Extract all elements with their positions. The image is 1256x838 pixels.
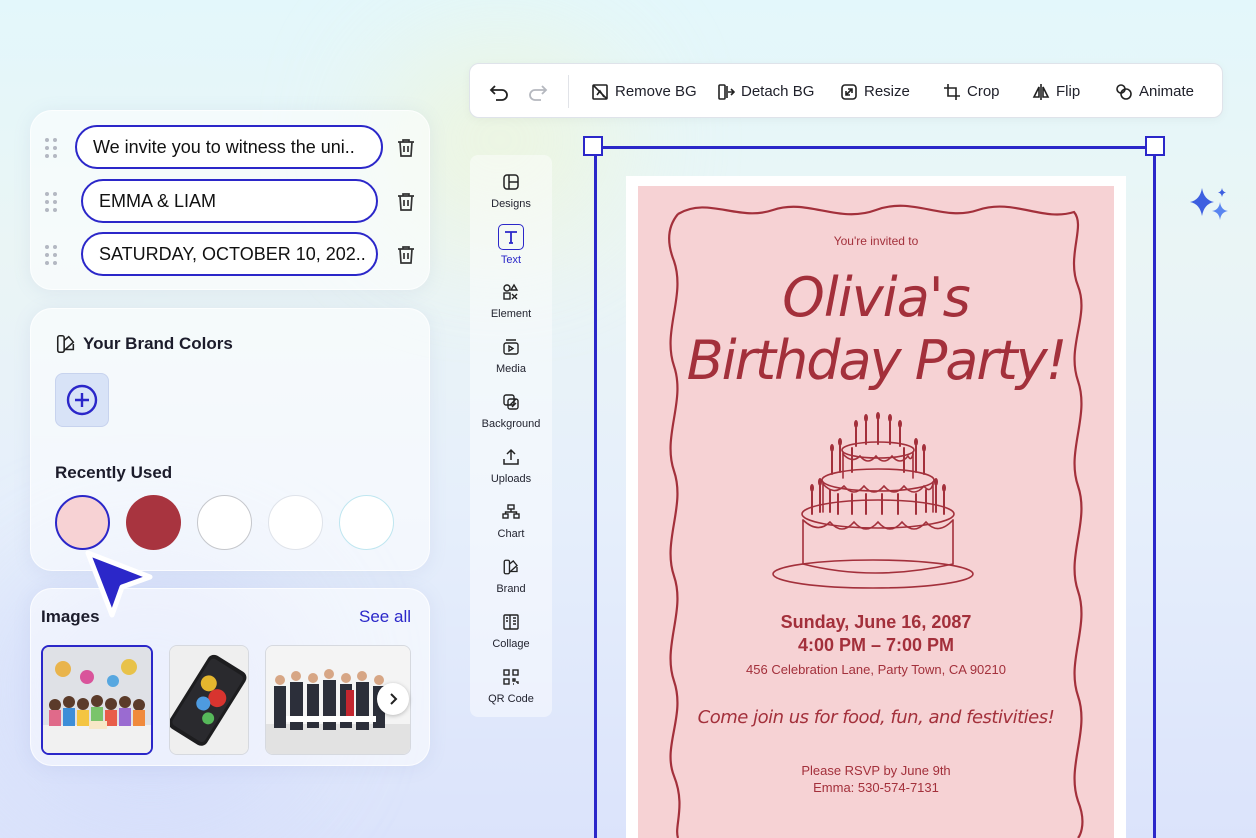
- detach-bg-button[interactable]: Detach BG: [717, 64, 814, 119]
- qr-code-icon: [503, 669, 519, 685]
- menu-label: Element: [490, 308, 532, 320]
- detach-bg-label: Detach BG: [741, 83, 815, 100]
- see-all-link[interactable]: See all: [359, 607, 411, 627]
- crop-label: Crop: [967, 83, 1000, 100]
- resize-icon: [841, 83, 857, 100]
- crop-button[interactable]: Crop: [943, 64, 1000, 119]
- menu-label: Designs: [491, 198, 531, 210]
- text-field-names[interactable]: EMMA & LIAM: [81, 179, 378, 223]
- media-icon: [503, 339, 519, 355]
- text-field-invite[interactable]: We invite you to witness the uni..: [75, 125, 383, 169]
- menu-item-chart[interactable]: Chart: [470, 500, 552, 552]
- animate-label: Animate: [1139, 83, 1195, 100]
- image-thumbnail-birthday-kids[interactable]: [41, 645, 153, 755]
- resize-handle-top-right[interactable]: [1145, 136, 1165, 156]
- color-swatch-white[interactable]: [339, 495, 394, 550]
- flip-button[interactable]: Flip: [1032, 64, 1080, 119]
- side-menu: Designs Text Element Media Background Up…: [470, 155, 552, 717]
- trash-icon[interactable]: [394, 243, 418, 267]
- menu-item-media[interactable]: Media: [470, 335, 552, 387]
- menu-item-designs[interactable]: Designs: [470, 170, 552, 222]
- resize-button[interactable]: Resize: [840, 64, 910, 119]
- color-swatch-white[interactable]: [268, 495, 323, 550]
- layout-icon: [503, 174, 519, 190]
- redo-button[interactable]: [527, 64, 549, 119]
- trash-icon[interactable]: [394, 136, 418, 160]
- redo-icon: [529, 84, 548, 101]
- background-icon: [503, 394, 519, 410]
- menu-item-text[interactable]: Text: [470, 224, 552, 277]
- menu-label: Media: [496, 363, 526, 375]
- image-thumbnail-phone[interactable]: [169, 645, 249, 755]
- menu-label: Collage: [492, 638, 530, 650]
- chart-icon: [502, 504, 520, 519]
- cursor-pointer-icon: [85, 550, 153, 618]
- menu-item-qr-code[interactable]: QR Code: [470, 665, 552, 717]
- menu-label: Brand: [496, 583, 526, 595]
- trash-icon[interactable]: [394, 190, 418, 214]
- resize-label: Resize: [864, 83, 910, 100]
- color-swatch-white[interactable]: [197, 495, 252, 550]
- remove-bg-button[interactable]: Remove BG: [591, 64, 697, 119]
- undo-icon: [489, 84, 508, 101]
- brand-colors-heading: Your Brand Colors: [55, 333, 233, 355]
- drag-handle-icon[interactable]: [45, 245, 59, 265]
- plus-circle-icon: [66, 384, 98, 416]
- crop-icon: [944, 83, 960, 100]
- text-fields-panel: We invite you to witness the uni.. EMMA …: [30, 110, 430, 290]
- add-brand-color-button[interactable]: [55, 373, 109, 427]
- remove-bg-label: Remove BG: [615, 83, 697, 100]
- drag-handle-icon[interactable]: [45, 192, 59, 212]
- brand-colors-title: Your Brand Colors: [83, 334, 233, 353]
- menu-label: Text: [500, 254, 522, 266]
- menu-label: Background: [481, 418, 541, 430]
- brand-icon: [503, 559, 518, 575]
- upload-icon: [503, 448, 519, 465]
- menu-item-collage[interactable]: Collage: [470, 610, 552, 662]
- menu-item-uploads[interactable]: Uploads: [470, 445, 552, 497]
- flip-icon: [1032, 83, 1050, 100]
- drag-handle-icon[interactable]: [45, 138, 59, 158]
- animate-icon: [1116, 83, 1132, 100]
- next-images-button[interactable]: [377, 683, 409, 715]
- undo-button[interactable]: [488, 64, 510, 119]
- menu-item-background[interactable]: Background: [470, 390, 552, 442]
- chevron-right-icon: [390, 693, 398, 705]
- menu-item-brand[interactable]: Brand: [470, 555, 552, 607]
- remove-background-icon: [592, 83, 608, 100]
- color-swatch-red[interactable]: [126, 495, 181, 550]
- selection-box: [594, 146, 1156, 838]
- shapes-icon: [503, 283, 519, 300]
- menu-label: QR Code: [488, 693, 534, 705]
- text-icon: [505, 231, 517, 244]
- collage-icon: [503, 614, 519, 630]
- menu-label: Uploads: [490, 473, 532, 485]
- animate-button[interactable]: Animate: [1115, 64, 1194, 119]
- brand-colors-panel: Your Brand Colors Recently Used: [30, 308, 430, 571]
- resize-handle-top-left[interactable]: [583, 136, 603, 156]
- color-swatch-pink[interactable]: [55, 495, 110, 550]
- text-field-date[interactable]: SATURDAY, OCTOBER 10, 202..: [81, 232, 378, 276]
- detach-background-icon: [718, 83, 735, 100]
- sparkle-icon: [1190, 188, 1228, 220]
- toolbar-divider: [568, 75, 569, 108]
- menu-label: Chart: [497, 528, 525, 540]
- brand-palette-icon: [56, 334, 75, 354]
- editor-toolbar: Remove BG Detach BG Resize Crop Flip Ani…: [469, 63, 1223, 118]
- menu-item-element[interactable]: Element: [470, 280, 552, 332]
- flip-label: Flip: [1056, 83, 1081, 100]
- recently-used-heading: Recently Used: [55, 463, 173, 482]
